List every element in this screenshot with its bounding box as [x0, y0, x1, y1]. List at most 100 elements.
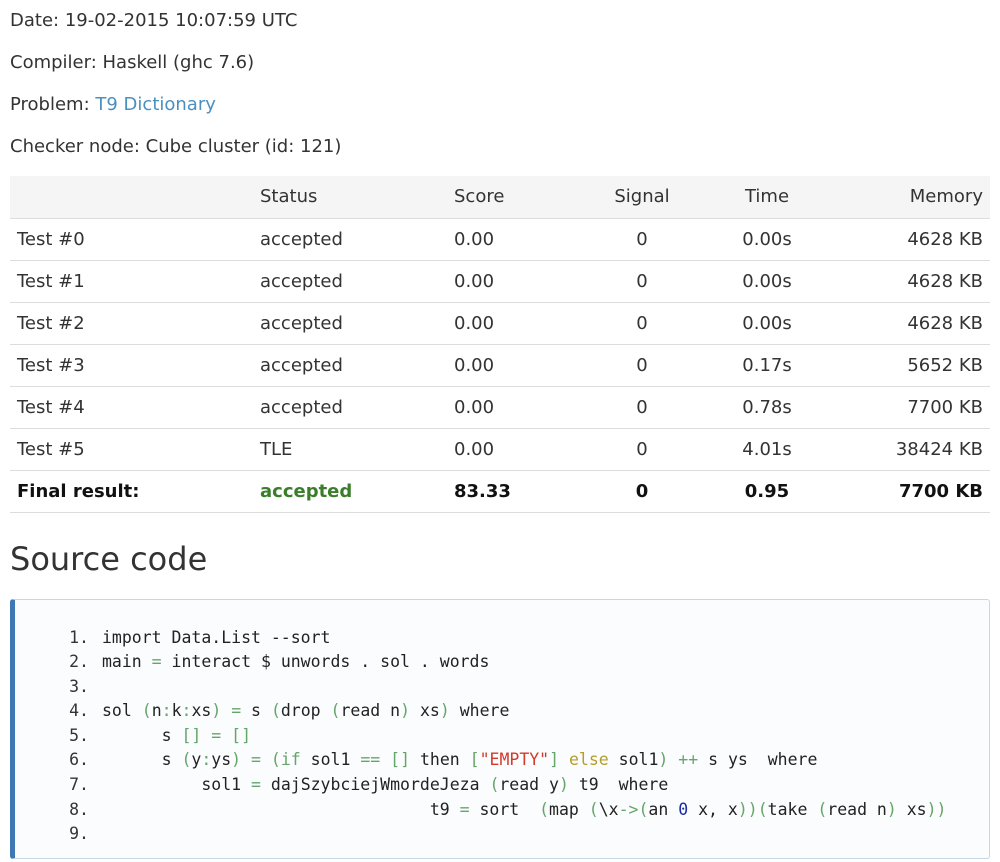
code-token: xs	[410, 701, 440, 721]
test-name: Test #2	[10, 301, 253, 344]
problem-link[interactable]: T9 Dictionary	[95, 94, 216, 115]
code-token: =	[231, 701, 242, 721]
code-token: (	[141, 701, 152, 721]
code-line: 1. import Data.List --sort	[15, 626, 989, 651]
code-token: (	[539, 799, 550, 819]
problem-label: Problem:	[10, 94, 96, 115]
line-number: 6.	[69, 750, 89, 770]
test-score: 0.00	[447, 301, 577, 344]
test-memory: 7700 KB	[827, 385, 990, 428]
submission-meta: Date: 19-02-2015 10:07:59 UTC Compiler: …	[10, 0, 990, 168]
final-status: accepted	[253, 469, 447, 513]
code-token: (	[181, 750, 192, 770]
code-token: ys	[211, 750, 232, 770]
code-token: []	[181, 725, 202, 745]
date-label: Date:	[10, 10, 65, 31]
code-token: dajSzybciejWmordeJeza	[260, 775, 490, 795]
code-token: []	[390, 750, 411, 770]
test-status: accepted	[253, 259, 447, 302]
code-token: )	[886, 799, 897, 819]
test-memory: 4628 KB	[827, 259, 990, 302]
code-token: ++	[678, 750, 699, 770]
table-row: Test #1 accepted 0.00 0 0.00s 4628 KB	[10, 259, 990, 302]
table-row: Test #5 TLE 0.00 0 4.01s 38424 KB	[10, 427, 990, 470]
final-result-row: Final result: accepted 83.33 0 0.95 7700…	[10, 469, 990, 513]
test-status: accepted	[253, 385, 447, 428]
test-signal: 0	[577, 343, 707, 386]
checker-line: Checker node: Cube cluster (id: 121)	[10, 126, 990, 168]
code-token: drop	[280, 701, 331, 721]
code-token: =	[251, 750, 261, 770]
test-name: Test #1	[10, 259, 253, 302]
test-memory: 38424 KB	[827, 427, 990, 470]
code-token: s ys where	[698, 750, 818, 770]
code-token: take	[767, 799, 818, 819]
final-score: 83.33	[447, 469, 577, 513]
test-signal: 0	[577, 217, 707, 260]
test-score: 0.00	[447, 217, 577, 260]
code-token: read y	[499, 775, 559, 795]
test-status: TLE	[253, 427, 447, 470]
code-token: y	[191, 750, 202, 770]
test-time: 4.01s	[707, 427, 827, 470]
test-status: accepted	[253, 217, 447, 260]
code-token: read n	[340, 701, 401, 721]
code-token: :	[181, 701, 192, 721]
line-number: 3.	[69, 676, 89, 696]
code-token: ))(	[737, 799, 768, 819]
code-token: sol1	[608, 750, 659, 770]
code-token: :	[161, 701, 172, 721]
code-token: s	[102, 725, 182, 745]
code-token: where	[449, 701, 510, 721]
code-token: )	[211, 701, 222, 721]
code-token: ))	[926, 799, 947, 819]
line-number: 7.	[69, 775, 89, 795]
code-line: 7. sol1 = dajSzybciejWmordeJeza (read y)…	[15, 773, 989, 798]
code-token: =	[151, 652, 162, 672]
table-row: Test #4 accepted 0.00 0 0.78s 7700 KB	[10, 385, 990, 428]
test-signal: 0	[577, 427, 707, 470]
line-number: 2.	[69, 652, 89, 672]
code-token: xs	[191, 701, 212, 721]
test-status: accepted	[253, 343, 447, 386]
code-token: )	[558, 775, 569, 795]
code-token: "EMPTY"	[479, 750, 550, 770]
header-score: Score	[447, 176, 577, 218]
line-number: 4.	[69, 701, 89, 721]
code-token: interact $ unwords . sol . words	[161, 652, 490, 672]
code-token: t9	[102, 799, 460, 819]
final-memory: 7700 KB	[827, 469, 990, 513]
test-time: 0.00s	[707, 259, 827, 302]
table-row: Test #2 accepted 0.00 0 0.00s 4628 KB	[10, 301, 990, 344]
code-token: []	[231, 725, 252, 745]
line-number: 9.	[69, 824, 89, 844]
test-name: Test #5	[10, 427, 253, 470]
code-token: sort	[469, 799, 540, 819]
code-line: 5. s [] = []	[15, 724, 989, 749]
test-name: Test #0	[10, 217, 253, 260]
test-score: 0.00	[447, 385, 577, 428]
code-line: 8. t9 = sort (map (\x->(an 0 x, x))(take…	[15, 798, 989, 823]
code-token: =	[251, 775, 261, 795]
compiler-line: Compiler: Haskell (ghc 7.6)	[10, 42, 990, 84]
problem-line: Problem: T9 Dictionary	[10, 84, 990, 126]
line-number: 5.	[69, 725, 89, 745]
header-test	[10, 176, 253, 218]
table-row: Test #3 accepted 0.00 0 0.17s 5652 KB	[10, 343, 990, 386]
code-token: )	[658, 750, 669, 770]
code-line: 4. sol (n:k:xs) = s (drop (read n) xs) wh…	[15, 699, 989, 724]
test-score: 0.00	[447, 427, 577, 470]
results-table: Status Score Signal Time Memory Test #0 …	[10, 176, 990, 513]
code-token: sol	[102, 701, 142, 721]
test-signal: 0	[577, 301, 707, 344]
code-token: if	[280, 750, 301, 770]
test-signal: 0	[577, 385, 707, 428]
code-token: k	[171, 701, 182, 721]
table-row: Test #0 accepted 0.00 0 0.00s 4628 KB	[10, 217, 990, 260]
source-code-heading: Source code	[10, 539, 208, 578]
code-token: ->	[618, 799, 639, 819]
